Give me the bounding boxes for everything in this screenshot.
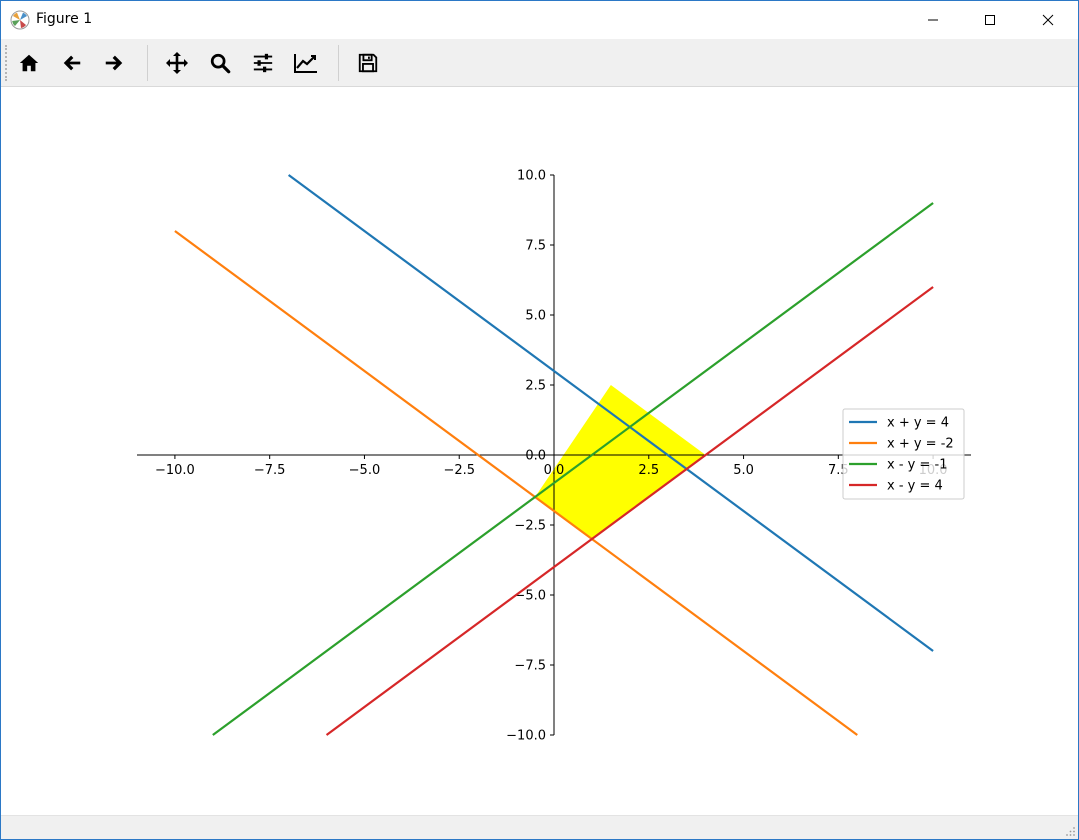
- save-button[interactable]: [352, 47, 384, 79]
- x-tick-label: −10.0: [155, 463, 195, 478]
- y-tick-label: −10.0: [506, 729, 546, 744]
- maximize-button[interactable]: [967, 1, 1013, 39]
- back-button[interactable]: [56, 47, 88, 79]
- y-tick-label: −7.5: [514, 659, 546, 674]
- y-tick-label: 5.0: [525, 309, 546, 324]
- series-line-x-y-1: [212, 202, 934, 736]
- close-button[interactable]: [1025, 1, 1071, 39]
- resize-grip-icon[interactable]: [1066, 827, 1076, 837]
- legend: x + y = 4 x + y = -2 x - y = -1 x - y = 4: [842, 408, 965, 500]
- y-tick-label: 2.5: [525, 379, 546, 394]
- y-tick-label: 0.0: [525, 449, 546, 464]
- zoom-icon: [210, 53, 231, 74]
- save-icon: [358, 53, 378, 73]
- configure-subplots-icon: [253, 53, 273, 73]
- home-button[interactable]: [13, 47, 45, 79]
- forward-arrow-icon: [105, 55, 123, 71]
- home-icon: [19, 54, 39, 72]
- legend-label: x + y = -2: [887, 437, 954, 452]
- configure-subplots-button[interactable]: [247, 47, 279, 79]
- figure-window: Figure 1 −10.0 −7.5 −5.0 −2.5 0.0 2.5 5.…: [0, 0, 1079, 840]
- x-tick-label: −2.5: [443, 463, 475, 478]
- toolbar-separator: [338, 45, 339, 81]
- edit-axis-icon: [294, 54, 317, 73]
- minimize-button[interactable]: [910, 1, 956, 39]
- x-tick-label: 2.5: [638, 463, 659, 478]
- title-bar[interactable]: Figure 1: [1, 1, 1078, 39]
- y-tick-label: −5.0: [514, 589, 546, 604]
- x-tick-label: 0.0: [544, 463, 565, 478]
- x-tick-label: −7.5: [254, 463, 286, 478]
- navigation-toolbar: [1, 39, 1078, 87]
- x-tick-label: 5.0: [733, 463, 754, 478]
- window-title: Figure 1: [36, 11, 93, 27]
- series-line-x-y-4: [325, 286, 934, 736]
- matplotlib-app-icon: [10, 10, 30, 30]
- legend-label: x + y = 4: [887, 416, 949, 431]
- edit-axis-button[interactable]: [290, 47, 322, 79]
- series-line-x-y-4: [287, 174, 934, 652]
- minimize-icon: [928, 19, 938, 21]
- pan-button[interactable]: [161, 47, 193, 79]
- maximize-icon: [985, 15, 995, 25]
- legend-label: x - y = -1: [887, 458, 947, 473]
- y-tick-label: −2.5: [514, 519, 546, 534]
- y-tick-label: 10.0: [517, 169, 546, 184]
- zoom-button[interactable]: [204, 47, 236, 79]
- toolbar-grip[interactable]: [5, 45, 8, 81]
- forward-button[interactable]: [98, 47, 130, 79]
- status-bar: [1, 815, 1078, 839]
- figure-canvas[interactable]: −10.0−7.5−5.0−2.50.02.55.07.510.010.07.5…: [1, 87, 1078, 815]
- pan-icon: [166, 52, 188, 74]
- y-tick-label: 7.5: [525, 239, 546, 254]
- back-arrow-icon: [63, 55, 81, 71]
- x-tick-label: −5.0: [349, 463, 381, 478]
- close-icon: [1042, 14, 1054, 26]
- toolbar-separator: [147, 45, 148, 81]
- plot-svg: −10.0−7.5−5.0−2.50.02.55.07.510.010.07.5…: [137, 169, 971, 744]
- legend-label: x - y = 4: [887, 479, 943, 494]
